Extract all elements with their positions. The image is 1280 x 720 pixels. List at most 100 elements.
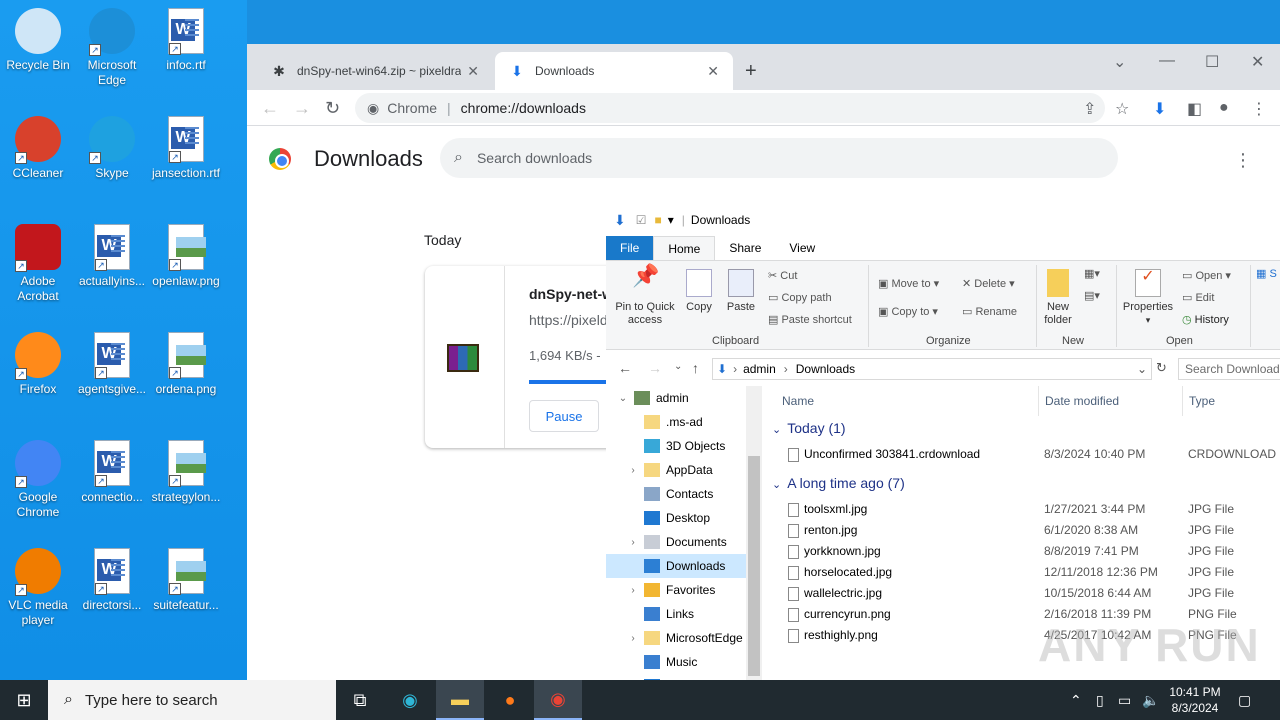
desktop-icon[interactable]: ↗ Google Chrome xyxy=(0,440,76,520)
desktop-icon[interactable]: W ↗ directorsi... xyxy=(74,548,150,613)
column-name[interactable]: Name xyxy=(766,386,1038,416)
copy-path-button[interactable]: ▭ Copy path xyxy=(768,291,832,304)
column-date-modified[interactable]: Date modified xyxy=(1038,386,1182,416)
ribbon-tab-view[interactable]: View xyxy=(775,236,829,260)
back-icon[interactable]: ← xyxy=(261,98,279,119)
pin-quick-access-button[interactable]: 📌 Pin to Quick access xyxy=(612,265,678,327)
system-clock[interactable]: 10:41 PM 8/3/2024 xyxy=(1160,684,1230,716)
collapse-group-icon[interactable]: ⌄ xyxy=(772,479,781,491)
quick-access-down-icon[interactable]: ⬇ xyxy=(614,212,626,229)
desktop-icon[interactable]: ↗ Adobe Acrobat xyxy=(0,224,76,304)
close-tab-icon[interactable]: ✕ xyxy=(467,63,479,80)
desktop-icon[interactable]: ↗ ordena.png xyxy=(148,332,224,397)
bookmark-star-icon[interactable]: ☆ xyxy=(1115,99,1129,119)
delete-button[interactable]: ✕ Delete ▾ xyxy=(962,277,1015,290)
collapsed-chevron-icon[interactable]: › xyxy=(626,633,640,644)
desktop-icon[interactable]: ↗ strategylon... xyxy=(148,440,224,505)
nav-item[interactable]: 3D Objects xyxy=(606,434,746,458)
tab-downloads[interactable]: ⬇ Downloads ✕ xyxy=(495,52,733,90)
network-icon[interactable]: ▭ xyxy=(1118,680,1131,720)
tab-pixeldrain[interactable]: ✱ dnSpy-net-win64.zip ~ pixeldrain ✕ xyxy=(257,52,493,90)
history-button[interactable]: ◷ History xyxy=(1182,313,1229,326)
scrollbar-thumb[interactable] xyxy=(748,456,760,676)
taskbar-search-box[interactable]: ⌕ Type here to search xyxy=(48,680,336,720)
file-group-header[interactable]: ⌄ A long time ago (7) xyxy=(772,475,905,491)
desktop-icon[interactable]: Recycle Bin xyxy=(0,8,76,73)
search-downloads-input[interactable]: ⌕ Search downloads xyxy=(440,138,1118,178)
start-button[interactable]: ⊞ xyxy=(0,680,48,720)
column-type[interactable]: Type xyxy=(1182,386,1280,416)
tab-search-icon[interactable]: ⌄ xyxy=(1113,52,1126,72)
new-item-icon[interactable]: ▦▾ xyxy=(1084,267,1100,280)
file-row[interactable]: renton.jpg 6/1/2020 8:38 AM JPG File xyxy=(766,520,1280,541)
ribbon-tab-file[interactable]: File xyxy=(606,236,654,260)
reload-icon[interactable]: ↻ xyxy=(325,98,340,119)
volume-icon[interactable]: 🔈 xyxy=(1142,680,1159,720)
nav-item[interactable]: Contacts xyxy=(606,482,746,506)
new-tab-button[interactable]: + xyxy=(745,60,757,83)
search-downloads-input[interactable]: Search Downloads xyxy=(1178,358,1280,380)
profile-avatar-icon[interactable]: ● xyxy=(1219,99,1229,117)
easy-access-icon[interactable]: ▤▾ xyxy=(1084,289,1100,302)
forward-icon[interactable]: → xyxy=(293,98,311,119)
properties-quick-icon[interactable]: ☑ xyxy=(636,213,647,227)
new-folder-quick-icon[interactable]: ■ xyxy=(655,213,662,227)
desktop-icon[interactable]: W ↗ agentsgive... xyxy=(74,332,150,397)
refresh-icon[interactable]: ↻ xyxy=(1156,360,1167,376)
desktop-icon[interactable]: ↗ Skype xyxy=(74,116,150,181)
share-icon[interactable]: ⇪ xyxy=(1083,99,1096,119)
pause-button[interactable]: Pause xyxy=(529,400,599,432)
desktop-icon[interactable]: ↗ VLC media player xyxy=(0,548,76,628)
nav-item[interactable]: Music xyxy=(606,650,746,674)
side-panel-icon[interactable]: ◧ xyxy=(1187,99,1202,119)
task-view-icon[interactable]: ⧉ xyxy=(336,680,384,720)
ribbon-tab-home[interactable]: Home xyxy=(653,236,716,260)
file-explorer-taskbar-icon[interactable]: ▬ xyxy=(436,680,484,720)
nav-item[interactable]: Downloads xyxy=(606,554,746,578)
maximize-button[interactable]: ☐ xyxy=(1205,52,1219,72)
breadcrumb-admin[interactable]: admin xyxy=(743,362,776,376)
close-window-button[interactable]: ✕ xyxy=(1251,52,1264,72)
rename-button[interactable]: ▭ Rename xyxy=(962,305,1017,318)
collapse-group-icon[interactable]: ⌄ xyxy=(772,424,781,436)
select-all-icon[interactable]: ▦ S xyxy=(1256,267,1277,280)
nav-item[interactable]: Desktop xyxy=(606,506,746,530)
address-bar[interactable]: ⬇ › admin › Downloads ⌄ xyxy=(712,358,1152,380)
desktop-icon[interactable]: ↗ Microsoft Edge xyxy=(74,8,150,88)
notifications-icon[interactable]: ▢ xyxy=(1238,680,1251,720)
desktop-icon[interactable]: W ↗ connectio... xyxy=(74,440,150,505)
desktop-icon[interactable]: ↗ openlaw.png xyxy=(148,224,224,289)
collapsed-chevron-icon[interactable]: › xyxy=(626,585,640,596)
up-icon[interactable]: ↑ xyxy=(692,360,699,376)
file-row[interactable]: yorkknown.jpg 8/8/2019 7:41 PM JPG File xyxy=(766,541,1280,562)
collapsed-chevron-icon[interactable]: › xyxy=(626,465,640,476)
desktop-icon[interactable]: ↗ suitefeatur... xyxy=(148,548,224,613)
paste-shortcut-button[interactable]: ▤ Paste shortcut xyxy=(768,313,852,326)
navigation-scrollbar[interactable] xyxy=(746,386,762,680)
desktop-icon[interactable]: W ↗ infoc.rtf xyxy=(148,8,224,73)
file-row[interactable]: Unconfirmed 303841.crdownload 8/3/2024 10… xyxy=(766,444,1280,465)
nav-item[interactable]: .ms-ad xyxy=(606,410,746,434)
more-actions-icon[interactable]: ⋮ xyxy=(1234,150,1252,171)
copy-to-button[interactable]: ▣ Copy to ▾ xyxy=(878,305,938,318)
breadcrumb-downloads[interactable]: Downloads xyxy=(796,362,855,376)
downloads-toolbar-icon[interactable]: ⬇ xyxy=(1153,99,1166,119)
nav-item[interactable]: › Favorites xyxy=(606,578,746,602)
open-button[interactable]: ▭ Open ▾ xyxy=(1182,269,1231,282)
collapsed-chevron-icon[interactable]: › xyxy=(626,537,640,548)
cut-button[interactable]: ✂ Cut xyxy=(768,269,797,282)
download-url[interactable]: https://pixeld xyxy=(529,312,608,328)
file-row[interactable]: horselocated.jpg 12/11/2018 12:36 PM JPG F… xyxy=(766,562,1280,583)
nav-item[interactable]: Links xyxy=(606,602,746,626)
nav-item[interactable]: › Documents xyxy=(606,530,746,554)
firefox-taskbar-icon[interactable]: ● xyxy=(486,680,534,720)
device-icon[interactable]: ▯ xyxy=(1096,680,1104,720)
desktop-icon[interactable]: ↗ CCleaner xyxy=(0,116,76,181)
file-row[interactable]: wallelectric.jpg 10/15/2018 6:44 AM JPG Fi… xyxy=(766,583,1280,604)
download-filename[interactable]: dnSpy-net-w xyxy=(529,286,613,302)
desktop-icon[interactable]: W ↗ jansection.rtf xyxy=(148,116,224,181)
show-hidden-icons-icon[interactable]: ⌃ xyxy=(1070,680,1082,720)
copy-button[interactable]: Copy xyxy=(682,269,716,314)
recent-locations-icon[interactable]: ⌄ xyxy=(674,361,682,372)
nav-item[interactable]: › AppData xyxy=(606,458,746,482)
